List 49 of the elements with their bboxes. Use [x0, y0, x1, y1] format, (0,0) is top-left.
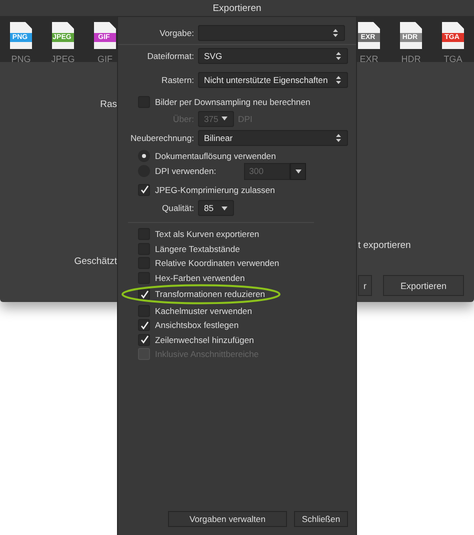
caret-icon [221, 206, 228, 210]
check-icon [140, 290, 148, 299]
dialog-button[interactable]: Exportieren [383, 275, 464, 296]
stepper-icon [335, 75, 342, 85]
radio-label: Dokumentauflösung verwenden [155, 151, 276, 161]
field-label: Geschätzt [74, 256, 117, 267]
dropdown[interactable]: 85 [198, 200, 234, 216]
field-label: Qualität: [160, 203, 194, 213]
checkbox-label: Längere Textabstände [155, 244, 240, 254]
stepper-icon [335, 51, 342, 61]
format-label: GIF [98, 54, 112, 64]
option-label: t exportieren [358, 240, 412, 251]
dropdown[interactable]: Bilinear [198, 130, 348, 146]
format-label: JPEG [51, 54, 75, 64]
checkbox-label: Zeilenwechsel hinzufügen [155, 334, 254, 345]
checkbox-label: Hex-Farben verwenden [155, 272, 245, 283]
checkbox-label: Relative Koordinaten verwenden [155, 258, 280, 268]
radio-button[interactable] [138, 150, 150, 162]
checkbox-label: Kachelmuster verwenden [155, 306, 252, 316]
dialog-button[interactable]: r [358, 275, 372, 296]
checkbox[interactable] [138, 319, 150, 332]
check-icon [140, 185, 148, 194]
checkbox-label: Text als Kurven exportieren [155, 229, 260, 240]
stepper-icon [332, 28, 339, 38]
field-label: Vorgabe: [158, 28, 194, 38]
format-label: HDR [401, 54, 421, 64]
format-label: PNG [11, 54, 31, 64]
checkbox-label: Ansichtsbox festlegen [155, 320, 239, 330]
checkbox[interactable] [138, 184, 150, 196]
dropdown[interactable]: SVG [198, 48, 348, 64]
field-label: Neuberechnung: [129, 132, 194, 142]
dropdown[interactable]: Nicht unterstützte Eigenschaften [198, 72, 348, 88]
checkbox[interactable] [138, 334, 150, 346]
radio-label: DPI verwenden: [155, 166, 216, 176]
caret-icon [294, 168, 302, 174]
window-title: Exportieren [0, 0, 474, 16]
field-label: Ras [100, 99, 117, 110]
field-label: Rastern: [160, 75, 194, 85]
format-label: EXR [360, 54, 378, 64]
checkbox-label: JPEG-Komprimierung zulassen [155, 184, 275, 195]
format-label: TGA [444, 54, 462, 64]
field-label: Dateiformat: [146, 51, 194, 61]
dialog-button[interactable]: Vorgaben verwalten [168, 511, 287, 527]
dialog-button[interactable]: Schließen [294, 511, 348, 527]
dropdown[interactable] [198, 25, 345, 41]
checkbox-label: Bilder per Downsampling neu berechnen [155, 97, 310, 108]
stepper-icon [335, 132, 342, 142]
checkbox-label: Transformationen reduzieren [155, 289, 266, 300]
caret-icon [221, 116, 228, 121]
